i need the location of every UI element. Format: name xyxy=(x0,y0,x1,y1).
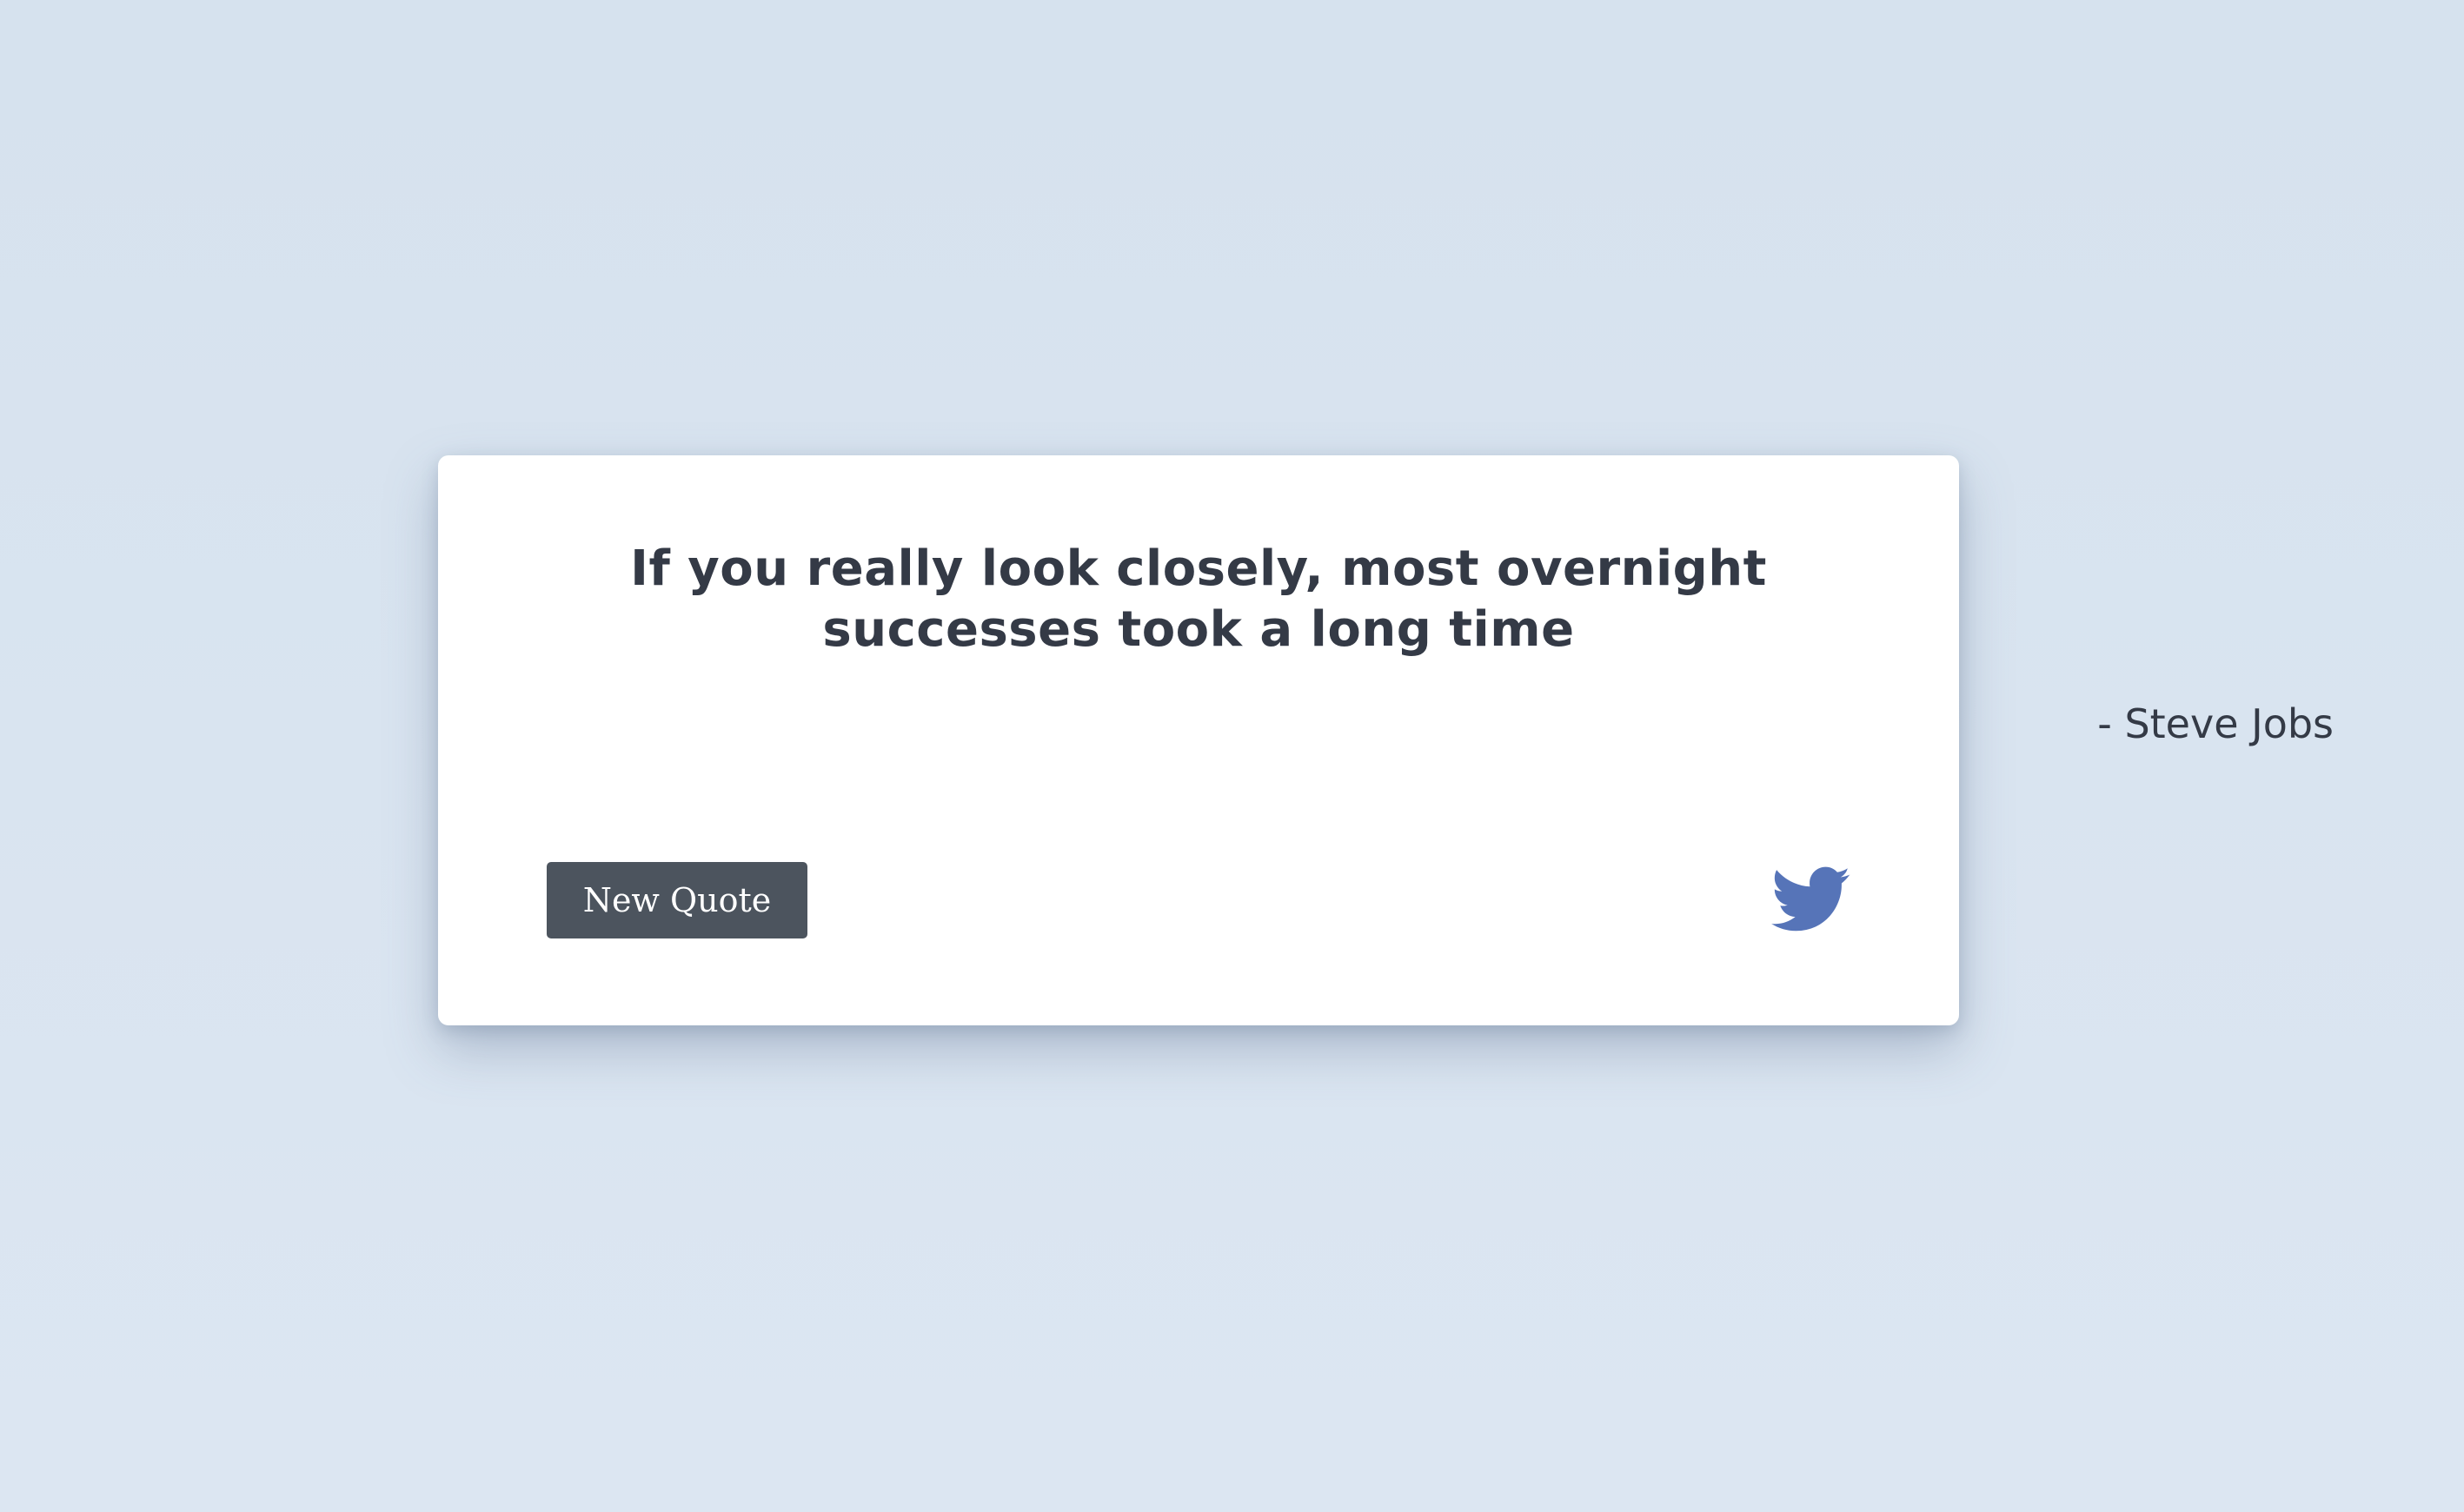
tweet-quote-button[interactable] xyxy=(1771,864,1851,937)
new-quote-button[interactable]: New Quote xyxy=(547,862,807,938)
quote-author: - Steve Jobs xyxy=(2097,700,2334,747)
quote-card: If you really look closely, most overnig… xyxy=(438,455,1959,1025)
quote-text: If you really look closely, most overnig… xyxy=(630,540,1767,658)
twitter-icon xyxy=(1771,866,1850,932)
